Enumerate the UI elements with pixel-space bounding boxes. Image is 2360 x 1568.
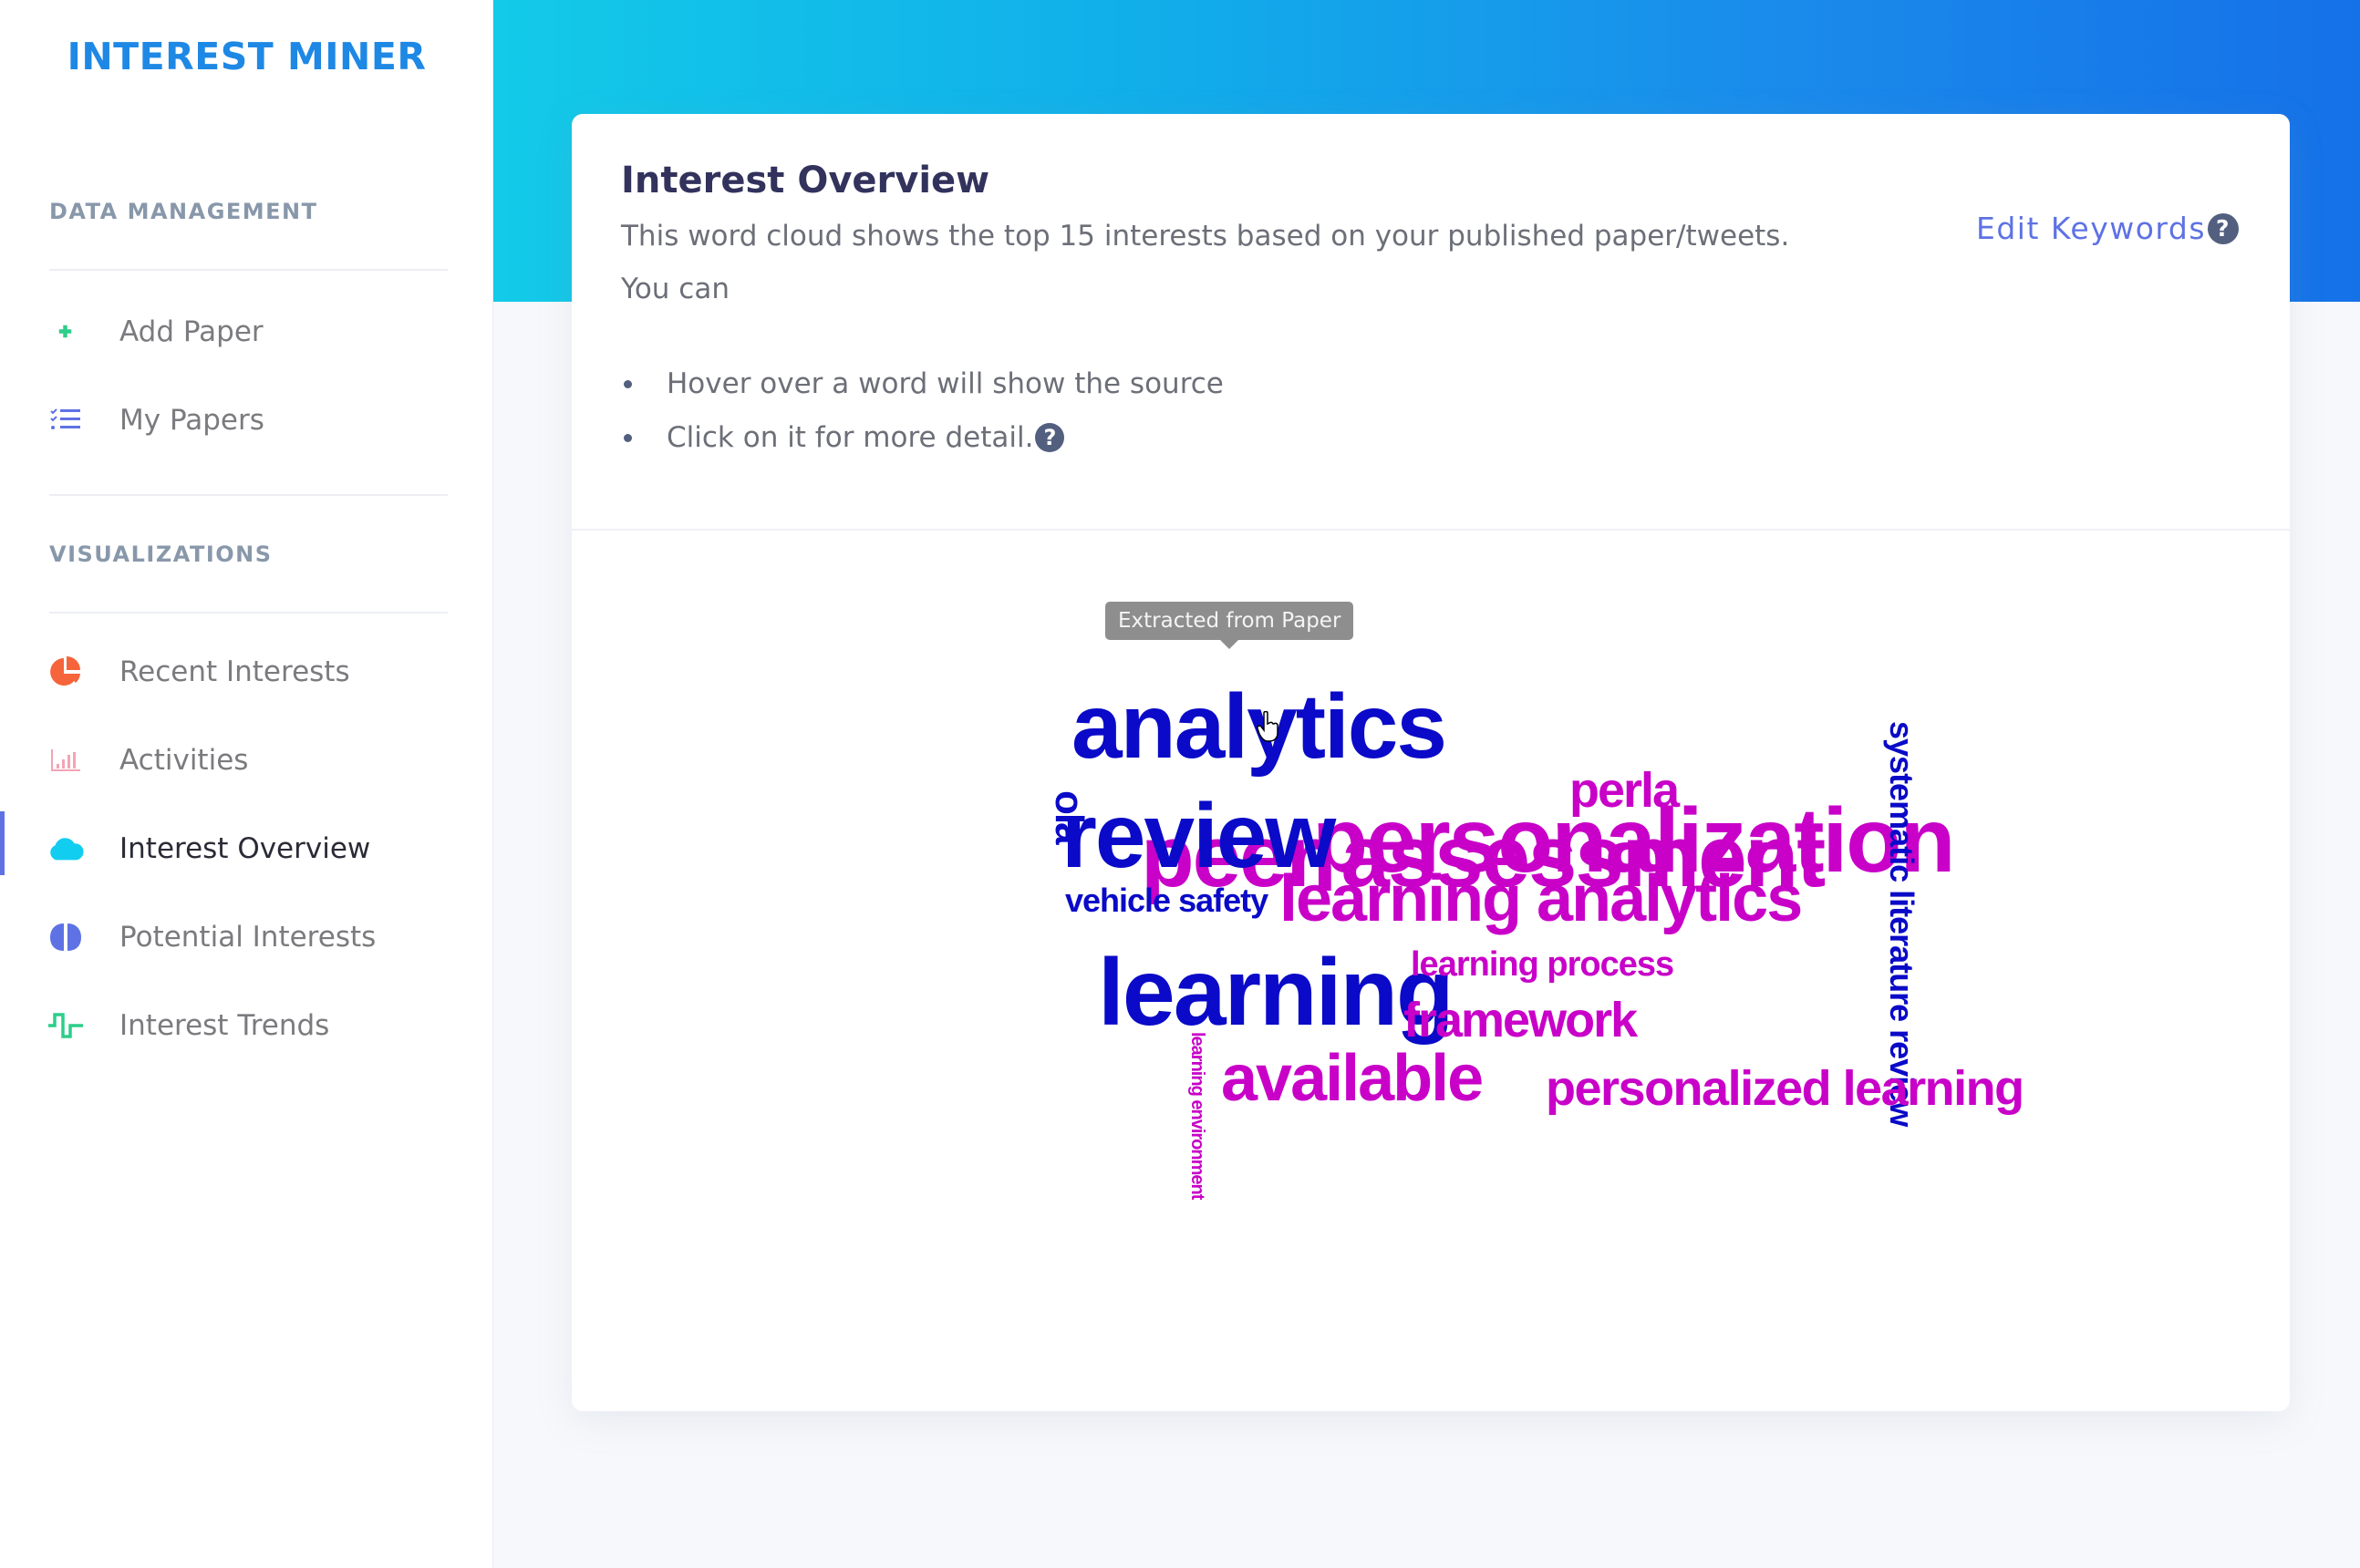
word-personalized-learning[interactable]: personalized learning xyxy=(1546,1064,2024,1113)
word-perla[interactable]: perla xyxy=(1569,766,1680,815)
sidebar-item-label: Interest Overview xyxy=(119,832,371,865)
plus-icon xyxy=(47,314,84,350)
sidebar-item-interest-overview[interactable]: Interest Overview xyxy=(0,812,493,885)
pie-chart-icon xyxy=(47,654,84,690)
instructions-list: Hover over a word will show the source C… xyxy=(621,356,1224,464)
word-learning-analytics[interactable]: learning analytics xyxy=(1279,866,1803,932)
sidebar-divider xyxy=(49,612,448,614)
word-tooltip: Extracted from Paper xyxy=(1105,602,1354,649)
page-title: Interest Overview xyxy=(621,160,990,201)
sidebar-item-potential-interests[interactable]: Potential Interests xyxy=(0,901,493,974)
sidebar-item-label: Interest Trends xyxy=(119,1009,330,1042)
word-learning-environment[interactable]: learning environment xyxy=(1187,1032,1207,1199)
trend-wave-icon xyxy=(47,1007,84,1044)
word-framework[interactable]: framework xyxy=(1403,995,1638,1045)
sidebar-item-recent-interests[interactable]: Recent Interests xyxy=(0,635,493,708)
cloud-icon xyxy=(47,830,84,867)
sidebar-item-label: Potential Interests xyxy=(119,921,377,954)
sidebar-item-label: Activities xyxy=(119,744,249,777)
instruction-item: Click on it for more detail.? xyxy=(621,410,1224,464)
sidebar-divider xyxy=(49,269,448,271)
sidebar: INTEREST MINER DATA MANAGEMENT Add Paper… xyxy=(0,0,493,1568)
sidebar-item-activities[interactable]: Activities xyxy=(0,724,493,797)
section-title-data-management: DATA MANAGEMENT xyxy=(49,199,318,224)
card-description: This word cloud shows the top 15 interes… xyxy=(621,220,1790,253)
sidebar-item-interest-trends[interactable]: Interest Trends xyxy=(0,989,493,1062)
sidebar-item-my-papers[interactable]: My Papers xyxy=(0,384,493,457)
brain-icon xyxy=(47,919,84,955)
sidebar-item-label: Add Paper xyxy=(119,315,264,348)
edit-keywords-label[interactable]: Edit Keywords xyxy=(1976,211,2206,246)
sidebar-divider xyxy=(49,494,448,496)
word-learning-process[interactable]: learning process xyxy=(1411,947,1674,982)
list-check-icon xyxy=(47,402,84,438)
word-available[interactable]: available xyxy=(1221,1046,1484,1111)
sidebar-item-add-paper[interactable]: Add Paper xyxy=(0,295,493,368)
sidebar-item-label: My Papers xyxy=(119,404,264,437)
word-cloud: Extracted from Paper analytics ola peer … xyxy=(572,531,2290,1411)
card-you-can: You can xyxy=(621,273,730,305)
instruction-text: Click on it for more detail. xyxy=(667,420,1034,454)
hand-pointer-icon xyxy=(1257,711,1278,742)
instruction-text: Hover over a word will show the source xyxy=(667,366,1224,400)
word-learning[interactable]: learning xyxy=(1098,945,1454,1040)
help-icon[interactable]: ? xyxy=(2208,212,2240,244)
edit-keywords-link[interactable]: Edit Keywords? xyxy=(1976,211,2240,246)
interest-overview-card: Interest Overview This word cloud shows … xyxy=(572,114,2290,1411)
sidebar-item-label: Recent Interests xyxy=(119,655,350,688)
word-vehicle-safety[interactable]: vehicle safety xyxy=(1065,884,1268,917)
help-icon[interactable]: ? xyxy=(1035,422,1065,452)
section-title-visualizations: VISUALIZATIONS xyxy=(49,542,273,567)
instruction-item: Hover over a word will show the source xyxy=(621,356,1224,410)
app-logo[interactable]: INTEREST MINER xyxy=(0,35,493,78)
bar-chart-icon xyxy=(47,742,84,779)
